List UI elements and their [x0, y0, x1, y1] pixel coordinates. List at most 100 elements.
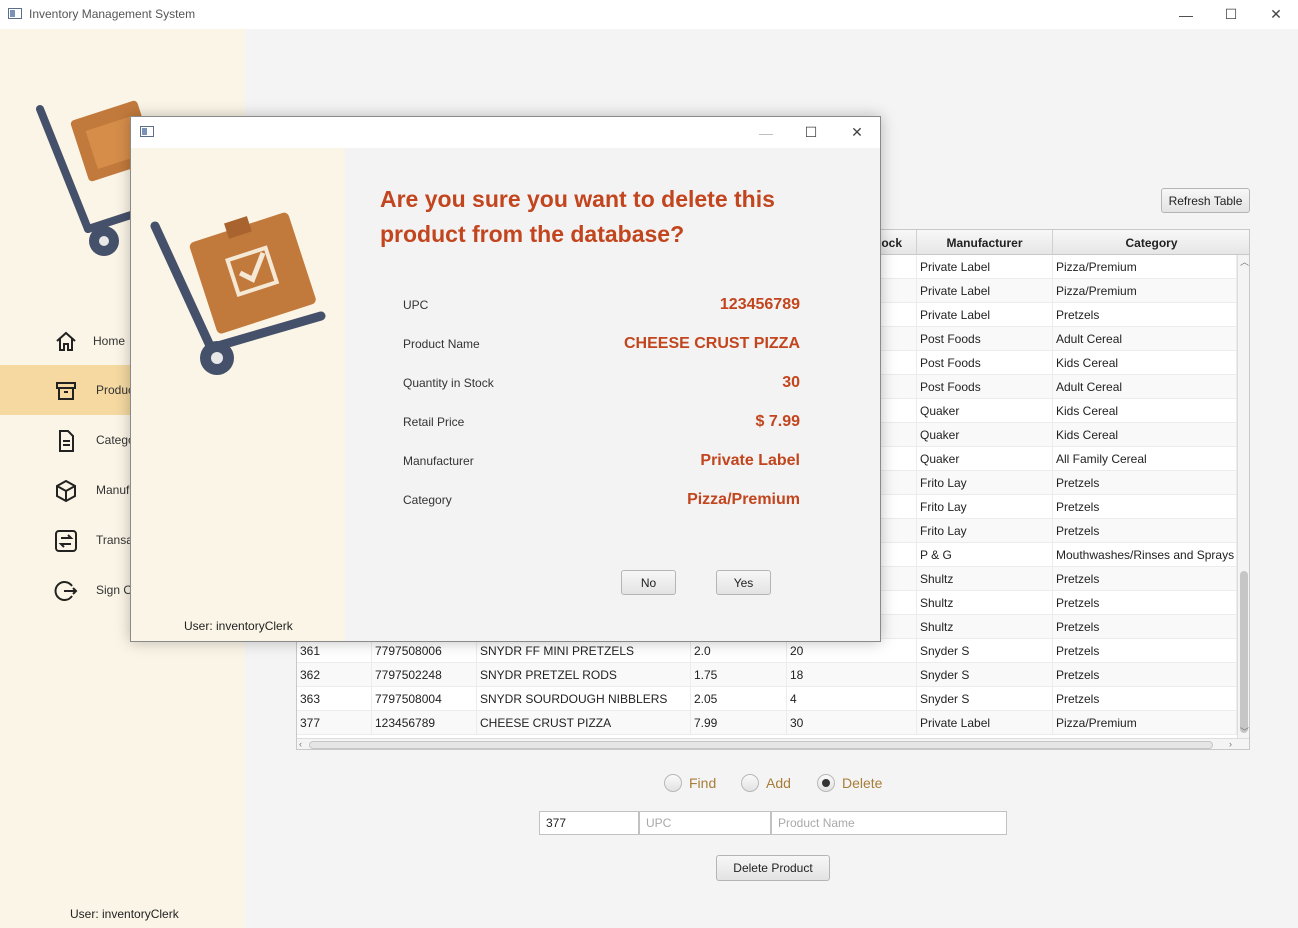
sidebar-item-label: Catego	[96, 433, 135, 447]
horizontal-scrollbar[interactable]: ‹ ›	[297, 738, 1249, 749]
minimize-button[interactable]: —	[1163, 0, 1209, 29]
table-cell: Private Label	[917, 711, 1053, 735]
table-cell: Pizza/Premium	[1053, 711, 1237, 735]
table-cell: Pretzels	[1053, 471, 1237, 495]
table-cell: 362	[297, 663, 372, 687]
table-cell: Pretzels	[1053, 663, 1237, 687]
table-cell: Private Label	[917, 303, 1053, 327]
table-cell: Quaker	[917, 423, 1053, 447]
quantity-value: 30	[782, 374, 800, 391]
upc-value: 123456789	[719, 296, 800, 313]
table-cell: 377	[297, 711, 372, 735]
dialog-user-label: User: inventoryClerk	[184, 619, 293, 633]
table-cell: SNYDR FF MINI PRETZELS	[477, 639, 691, 663]
table-cell: 7797508006	[372, 639, 477, 663]
upc-field[interactable]	[639, 811, 771, 835]
table-row[interactable]: 363 7797508004 SNYDR SOURDOUGH NIBBLERS 2.0…	[297, 687, 1237, 711]
maximize-button[interactable]: ☐	[1208, 0, 1254, 29]
table-cell: Post Foods	[917, 375, 1053, 399]
radio-delete[interactable]	[817, 774, 835, 792]
current-user-label: User: inventoryClerk	[70, 907, 179, 921]
main-title-bar: Inventory Management System — ☐ ✕	[0, 0, 1298, 29]
table-cell: Kids Cereal	[1053, 399, 1237, 423]
no-button[interactable]: No	[621, 570, 676, 595]
table-cell: 361	[297, 639, 372, 663]
table-cell: Kids Cereal	[1053, 351, 1237, 375]
retail-price-value: $ 7.99	[755, 413, 800, 430]
dialog-heading: Are you sure you want to delete this pro…	[380, 186, 775, 247]
table-cell: Frito Lay	[917, 519, 1053, 543]
table-row[interactable]: 377 123456789 CHEESE CRUST PIZZA 7.99 30 Priv…	[297, 711, 1237, 735]
table-cell: Snyder S	[917, 687, 1053, 711]
table-row[interactable]: 361 7797508006 SNYDR FF MINI PRETZELS 2.0 20…	[297, 639, 1237, 663]
close-button[interactable]: ✕	[1253, 0, 1298, 29]
category-label: Category	[403, 493, 452, 507]
sidebar-item-label: Produc	[96, 383, 135, 397]
sign-out-icon	[54, 581, 78, 601]
dialog-maximize-button[interactable]: ☐	[788, 118, 834, 147]
scroll-down-icon[interactable]: ﹀	[1240, 725, 1249, 738]
transfer-icon	[55, 530, 77, 552]
table-cell: Quaker	[917, 399, 1053, 423]
table-cell: P & G	[917, 543, 1053, 567]
table-cell: Snyder S	[917, 663, 1053, 687]
table-cell: Shultz	[917, 615, 1053, 639]
table-cell: 2.0	[691, 639, 787, 663]
table-cell: Pretzels	[1053, 639, 1237, 663]
radio-delete-label[interactable]: Delete	[842, 775, 882, 791]
scroll-right-icon[interactable]: ›	[1229, 739, 1232, 749]
cube-icon	[56, 479, 76, 503]
radio-add-label[interactable]: Add	[766, 775, 791, 791]
dialog-title-bar: — ☐ ✕	[131, 117, 880, 148]
product-name-value: CHEESE CRUST PIZZA	[623, 335, 800, 352]
sidebar-item-label: Home	[93, 334, 126, 348]
yes-button[interactable]: Yes	[716, 570, 771, 595]
table-cell: Shultz	[917, 591, 1053, 615]
radio-find[interactable]	[664, 774, 682, 792]
sidebar-item-label: Transa	[96, 533, 133, 547]
table-cell: Frito Lay	[917, 471, 1053, 495]
radio-find-label[interactable]: Find	[689, 775, 716, 791]
upc-label: UPC	[403, 298, 429, 312]
table-cell: Snyder S	[917, 639, 1053, 663]
table-cell: Private Label	[917, 279, 1053, 303]
table-cell: SNYDR PRETZEL RODS	[477, 663, 691, 687]
table-cell: Adult Cereal	[1053, 375, 1237, 399]
product-name-label: Product Name	[403, 337, 480, 351]
table-cell: 1.75	[691, 663, 787, 687]
table-cell: 123456789	[372, 711, 477, 735]
table-row[interactable]: 362 7797502248 SNYDR PRETZEL RODS 1.75 18 Sny…	[297, 663, 1237, 687]
sidebar-item-label: Manuf	[96, 483, 130, 497]
radio-add[interactable]	[741, 774, 759, 792]
dialog-sidebar: User: inventoryClerk	[131, 148, 345, 641]
column-header-manufacturer[interactable]: Manufacturer	[917, 230, 1053, 255]
column-header-category[interactable]: Category	[1053, 230, 1249, 255]
table-cell: Frito Lay	[917, 495, 1053, 519]
refresh-table-button[interactable]: Refresh Table	[1161, 188, 1250, 213]
manufacturer-label: Manufacturer	[403, 454, 474, 468]
vertical-scrollbar[interactable]: ︿ ﹀	[1237, 255, 1249, 738]
scroll-left-icon[interactable]: ‹	[299, 739, 302, 749]
horizontal-scroll-thumb[interactable]	[309, 741, 1213, 749]
sidebar-item-label: Sign O	[96, 583, 133, 597]
dialog-close-button[interactable]: ✕	[834, 118, 880, 147]
document-icon	[59, 430, 74, 452]
delete-confirm-dialog: — ☐ ✕ User: inventoryClerk Are you sure …	[130, 116, 881, 642]
table-cell: Pretzels	[1053, 495, 1237, 519]
table-cell: 7.99	[691, 711, 787, 735]
table-cell: 363	[297, 687, 372, 711]
category-value: Pizza/Premium	[687, 491, 800, 508]
window-title: Inventory Management System	[29, 7, 196, 21]
scroll-up-icon[interactable]: ︿	[1240, 255, 1249, 268]
dialog-window-icon	[140, 126, 154, 137]
vertical-scroll-thumb[interactable]	[1240, 571, 1248, 733]
manufacturer-value: Private Label	[700, 452, 800, 469]
product-id-field[interactable]	[539, 811, 639, 835]
product-name-field[interactable]	[771, 811, 1007, 835]
table-cell: Pretzels	[1053, 519, 1237, 543]
table-cell: Pretzels	[1053, 567, 1237, 591]
delete-product-button[interactable]: Delete Product	[716, 855, 830, 881]
table-cell: 4	[787, 687, 917, 711]
table-cell: Shultz	[917, 567, 1053, 591]
table-cell: Post Foods	[917, 327, 1053, 351]
